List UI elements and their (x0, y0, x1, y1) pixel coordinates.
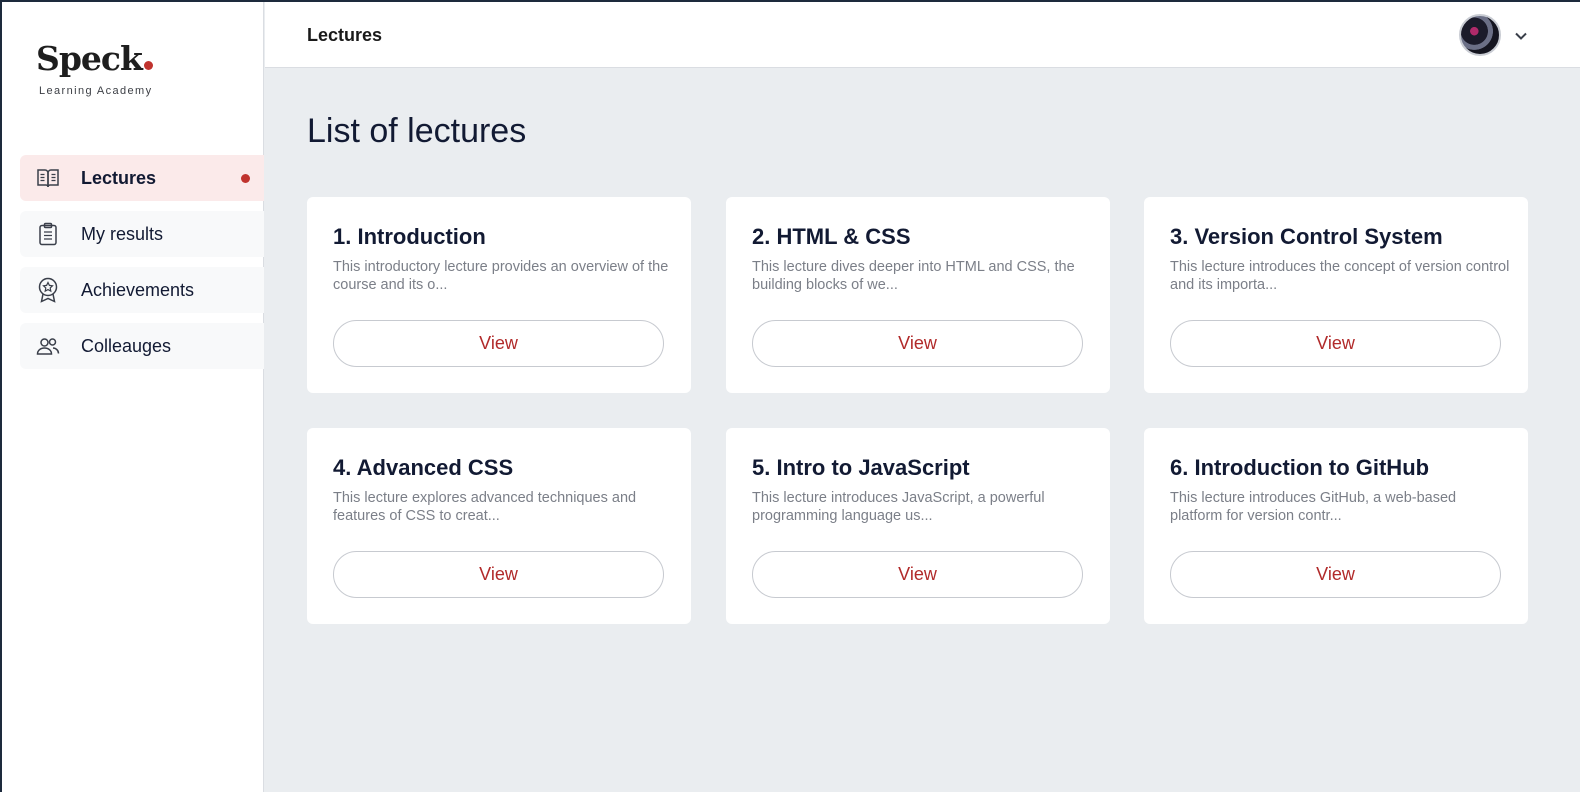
lecture-description: This lecture dives deeper into HTML and … (752, 259, 1075, 293)
logo-wordmark: Speck (36, 39, 143, 78)
lecture-description: This lecture introduces the concept of v… (1170, 259, 1510, 293)
sidebar-item-label: Achievements (81, 279, 195, 300)
sidebar-item-achievements[interactable]: Achievements (20, 267, 264, 313)
top-header: Lectures (265, 2, 1580, 68)
lecture-description: This lecture introduces GitHub, a web-ba… (1170, 490, 1457, 524)
view-lecture-button[interactable]: View (1170, 551, 1501, 598)
sidebar-item-my-results[interactable]: My results (20, 211, 264, 257)
view-lecture-button[interactable]: View (1170, 320, 1501, 367)
view-lecture-button[interactable]: View (752, 551, 1083, 598)
sidebar-item-label: Colleauges (81, 335, 172, 356)
lecture-description: This introductory lecture provides an ov… (333, 259, 669, 293)
logo-tagline: Learning Academy (39, 85, 153, 97)
lecture-card: 2. HTML & CSS This lecture dives deeper … (726, 197, 1110, 393)
sidebar-item-lectures[interactable]: Lectures (20, 155, 264, 201)
page-header-title: Lectures (307, 25, 383, 45)
lecture-title: 5. Intro to JavaScript (752, 455, 970, 480)
view-lecture-button[interactable]: View (333, 551, 664, 598)
logo-dot (143, 61, 153, 70)
sidebar-item-colleagues[interactable]: Colleauges (20, 323, 264, 369)
lecture-title: 3. Version Control System (1170, 224, 1443, 249)
sidebar-item-label: My results (81, 223, 164, 244)
lecture-description: This lecture introduces JavaScript, a po… (752, 490, 1045, 524)
lecture-title: 4. Advanced CSS (333, 455, 514, 480)
user-avatar[interactable] (1459, 14, 1501, 56)
clipboard-icon (35, 221, 61, 247)
lecture-card: 1. Introduction This introductory lectur… (307, 197, 691, 393)
lecture-title: 6. Introduction to GitHub (1170, 455, 1430, 480)
users-icon (35, 333, 61, 359)
sidebar-item-label: Lectures (81, 167, 157, 188)
lecture-card: 3. Version Control System This lecture i… (1144, 197, 1528, 393)
sidebar: Speck Learning Academy Lectures My resul… (2, 2, 264, 792)
lecture-description: This lecture explores advanced technique… (333, 490, 637, 524)
active-indicator-dot (241, 174, 250, 183)
chevron-down-icon[interactable] (1511, 26, 1531, 46)
award-icon (35, 277, 61, 303)
page-title: List of lectures (307, 112, 527, 150)
lecture-card: 5. Intro to JavaScript This lecture intr… (726, 428, 1110, 624)
lecture-title: 1. Introduction (333, 224, 486, 249)
lecture-card: 4. Advanced CSS This lecture explores ad… (307, 428, 691, 624)
logo[interactable]: Speck Learning Academy (36, 42, 153, 97)
lecture-title: 2. HTML & CSS (752, 224, 911, 249)
lecture-card: 6. Introduction to GitHub This lecture i… (1144, 428, 1528, 624)
sidebar-nav: Lectures My results Achievements Colleau… (20, 155, 264, 379)
book-icon (35, 165, 61, 191)
view-lecture-button[interactable]: View (752, 320, 1083, 367)
view-lecture-button[interactable]: View (333, 320, 664, 367)
